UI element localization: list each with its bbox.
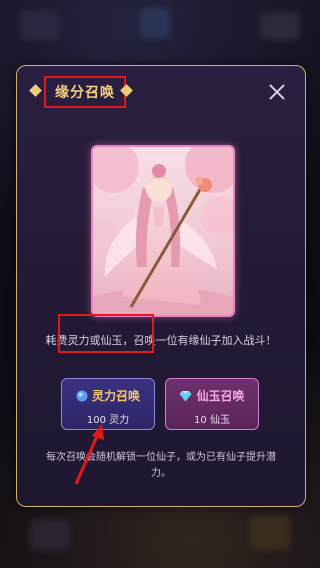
annotation-arrow-icon [74, 424, 104, 485]
